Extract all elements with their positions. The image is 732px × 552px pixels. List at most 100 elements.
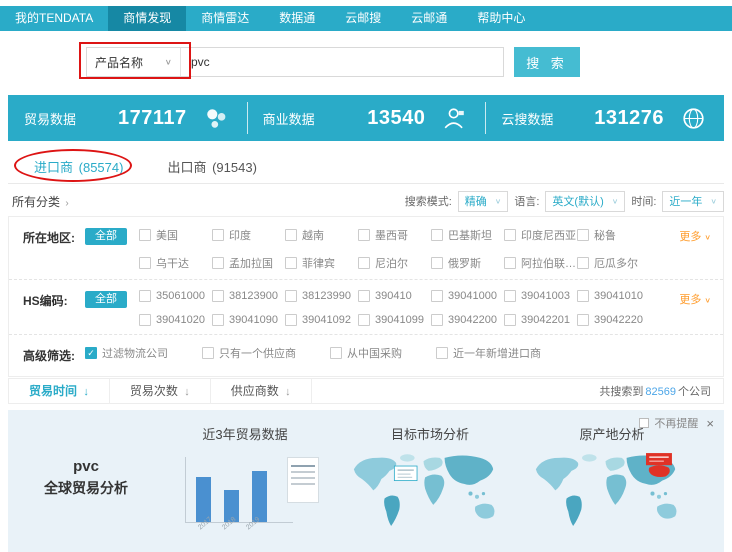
region-all-button[interactable]: 全部 bbox=[85, 228, 127, 245]
hscode-checkbox[interactable]: 39041000 bbox=[431, 290, 504, 302]
stat-cloud-search-data[interactable]: 云搜数据 131276 bbox=[485, 95, 724, 141]
checkbox-icon bbox=[577, 314, 589, 326]
sort-trade-count[interactable]: 贸易次数 ↓ bbox=[110, 379, 211, 404]
hscode-checkbox[interactable]: 39041003 bbox=[504, 290, 577, 302]
nav-item-cloud-mail-pass[interactable]: 云邮通 bbox=[396, 6, 462, 31]
x-tick-label: 2017 bbox=[197, 526, 201, 531]
chart-tooltip bbox=[287, 457, 319, 503]
nav-item-help-center[interactable]: 帮助中心 bbox=[462, 6, 540, 31]
advanced-checkbox-filter-logistics[interactable]: ✓ 过滤物流公司 bbox=[85, 345, 168, 361]
card-3year-trade-data[interactable]: 近3年贸易数据 201720182019 bbox=[160, 424, 330, 533]
hscode-checkbox[interactable]: 390410 bbox=[358, 290, 431, 302]
analysis-title: pvc 全球贸易分析 bbox=[24, 458, 148, 498]
checkbox-icon bbox=[358, 314, 370, 326]
tab-label: 出口商 bbox=[167, 160, 206, 175]
hscode-checkbox[interactable]: 38123990 bbox=[285, 290, 358, 302]
hscode-checkbox[interactable]: 39041090 bbox=[212, 314, 285, 326]
checkbox-icon bbox=[330, 347, 342, 359]
checkbox-icon bbox=[285, 290, 297, 302]
region-checkbox[interactable]: 阿拉伯联合酋... bbox=[504, 255, 577, 271]
region-checkbox[interactable]: 印度 bbox=[212, 227, 285, 243]
search-input[interactable] bbox=[181, 55, 503, 69]
card-origin-analysis[interactable]: 原产地分析 bbox=[527, 424, 697, 541]
hscode-all-button[interactable]: 全部 bbox=[85, 291, 127, 308]
tab-importers[interactable]: 进口商 (85574) bbox=[34, 157, 123, 176]
bar-chart-plot bbox=[185, 457, 293, 523]
region-more-link[interactable]: 更多 ∨ bbox=[679, 228, 711, 244]
business-person-icon bbox=[441, 104, 469, 132]
hscode-checkbox[interactable]: 35061000 bbox=[139, 290, 212, 302]
nav-item-business-discovery[interactable]: 商情发现 bbox=[108, 6, 186, 31]
hscode-checkbox[interactable]: 39042201 bbox=[504, 314, 577, 326]
search-mode-value: 精确 bbox=[465, 193, 487, 209]
checkbox-icon bbox=[358, 257, 370, 269]
nav-item-business-radar[interactable]: 商情雷达 bbox=[186, 6, 264, 31]
advanced-checkbox-new-importers[interactable]: 近一年新增进口商 bbox=[436, 345, 541, 361]
hscode-checkbox[interactable]: 39041010 bbox=[577, 290, 650, 302]
region-checkbox[interactable]: 越南 bbox=[285, 227, 358, 243]
checkbox-icon bbox=[504, 229, 516, 241]
search-category-dropdown[interactable]: 产品名称 ∨ bbox=[87, 48, 181, 76]
nav-item-cloud-mail-search[interactable]: 云邮搜 bbox=[330, 6, 396, 31]
molecule-icon bbox=[203, 104, 231, 132]
hscode-checkbox[interactable]: 38123900 bbox=[212, 290, 285, 302]
tab-label: 进口商 bbox=[34, 160, 73, 175]
time-select[interactable]: 近一年 ∨ bbox=[662, 191, 724, 212]
hscode-checkbox[interactable]: 39041020 bbox=[139, 314, 212, 326]
nav-item-data-pass[interactable]: 数据通 bbox=[264, 6, 330, 31]
analysis-title-caption: 全球贸易分析 bbox=[24, 478, 148, 498]
stat-value: 177117 bbox=[118, 107, 187, 130]
advanced-filter-label: 高级筛选: bbox=[23, 345, 85, 364]
hscode-more-link[interactable]: 更多 ∨ bbox=[679, 291, 711, 307]
region-checkbox[interactable]: 美国 bbox=[139, 227, 212, 243]
search-button[interactable]: 搜 索 bbox=[514, 47, 580, 77]
region-checkbox[interactable]: 尼泊尔 bbox=[358, 255, 431, 271]
region-checkbox[interactable]: 印度尼西亚 bbox=[504, 227, 577, 243]
all-categories-link[interactable]: 所有分类 › bbox=[12, 193, 69, 210]
hscode-checkbox[interactable]: 39042220 bbox=[577, 314, 650, 326]
region-checkbox[interactable]: 秘鲁 bbox=[577, 227, 650, 243]
hscode-checkbox[interactable]: 39042200 bbox=[431, 314, 504, 326]
stat-business-data[interactable]: 商业数据 13540 bbox=[247, 95, 486, 141]
sort-supplier-count[interactable]: 供应商数 ↓ bbox=[211, 379, 312, 404]
hscode-checkbox[interactable]: 39041092 bbox=[285, 314, 358, 326]
chevron-down-icon: ∨ bbox=[704, 233, 711, 242]
time-value: 近一年 bbox=[669, 193, 702, 209]
checkbox-icon bbox=[212, 290, 224, 302]
region-checkbox[interactable]: 巴基斯坦 bbox=[431, 227, 504, 243]
sort-bar: 贸易时间 ↓ 贸易次数 ↓ 供应商数 ↓ 共搜索到82569个公司 bbox=[8, 378, 724, 404]
hscode-filter-label: HS编码: bbox=[23, 290, 85, 309]
checkbox-icon bbox=[139, 229, 151, 241]
region-checkbox[interactable]: 厄瓜多尔 bbox=[577, 255, 650, 271]
stat-trade-data[interactable]: 贸易数据 177117 bbox=[8, 95, 247, 141]
checkbox-icon bbox=[358, 290, 370, 302]
tab-exporters[interactable]: 出口商 (91543) bbox=[167, 157, 256, 176]
sort-down-icon: ↓ bbox=[83, 386, 89, 398]
hscode-checkbox[interactable]: 39041099 bbox=[358, 314, 431, 326]
region-checkbox[interactable]: 墨西哥 bbox=[358, 227, 431, 243]
filter-row-hscode: HS编码: 全部 35061000 38123900 38123990 3904… bbox=[9, 279, 723, 334]
result-count-link[interactable]: 82569 bbox=[645, 386, 676, 398]
card-target-market-analysis[interactable]: 目标市场分析 bbox=[345, 424, 515, 541]
region-checkbox[interactable]: 孟加拉国 bbox=[212, 255, 285, 271]
checkbox-icon bbox=[504, 257, 516, 269]
region-checkbox[interactable]: 俄罗斯 bbox=[431, 255, 504, 271]
nav-item-my-tendata[interactable]: 我的TENDATA bbox=[0, 6, 108, 31]
region-checkbox[interactable]: 乌干达 bbox=[139, 255, 212, 271]
region-filter-label: 所在地区: bbox=[23, 227, 85, 246]
advanced-checkbox-buy-from-china[interactable]: 从中国采购 bbox=[330, 345, 402, 361]
sort-trade-time[interactable]: 贸易时间 ↓ bbox=[9, 379, 110, 404]
bar-chart-bars bbox=[196, 457, 267, 522]
region-checkbox[interactable]: 菲律宾 bbox=[285, 255, 358, 271]
close-icon[interactable]: × bbox=[706, 416, 714, 431]
checkbox-icon bbox=[212, 229, 224, 241]
advanced-checkbox-single-supplier[interactable]: 只有一个供应商 bbox=[202, 345, 296, 361]
checkbox-icon bbox=[436, 347, 448, 359]
checkbox-icon bbox=[285, 314, 297, 326]
search-mode-select[interactable]: 精确 ∨ bbox=[458, 191, 509, 212]
analysis-title-keyword: pvc bbox=[24, 458, 148, 475]
checkbox-icon bbox=[285, 229, 297, 241]
stat-label: 商业数据 bbox=[263, 109, 315, 128]
language-select[interactable]: 英文(默认) ∨ bbox=[545, 191, 625, 212]
checkbox-icon bbox=[431, 314, 443, 326]
